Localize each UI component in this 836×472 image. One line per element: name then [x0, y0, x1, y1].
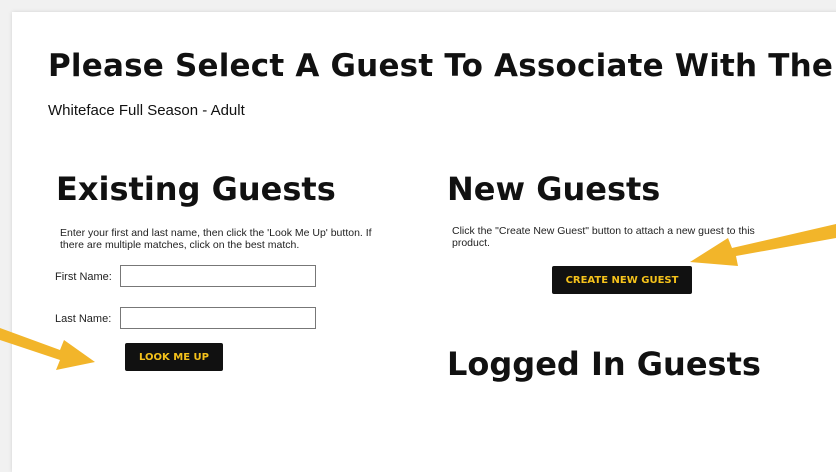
logged-in-guests-heading: Logged In Guests	[447, 345, 761, 383]
last-name-label: Last Name:	[55, 313, 112, 325]
existing-guests-instructions: Enter your first and last name, then cli…	[60, 227, 372, 251]
look-me-up-button[interactable]: LOOK ME UP	[125, 343, 223, 371]
new-guests-instructions: Click the "Create New Guest" button to a…	[452, 225, 755, 249]
page-title: Please Select A Guest To Associate With …	[48, 48, 834, 84]
first-name-label: First Name:	[55, 271, 112, 283]
create-new-guest-button[interactable]: CREATE NEW GUEST	[552, 266, 692, 294]
product-name: Whiteface Full Season - Adult	[48, 102, 245, 119]
existing-guests-heading: Existing Guests	[56, 170, 336, 208]
new-guests-heading: New Guests	[447, 170, 661, 208]
first-name-input[interactable]	[120, 265, 316, 287]
last-name-input[interactable]	[120, 307, 316, 329]
page-panel: Please Select A Guest To Associate With …	[12, 12, 836, 472]
